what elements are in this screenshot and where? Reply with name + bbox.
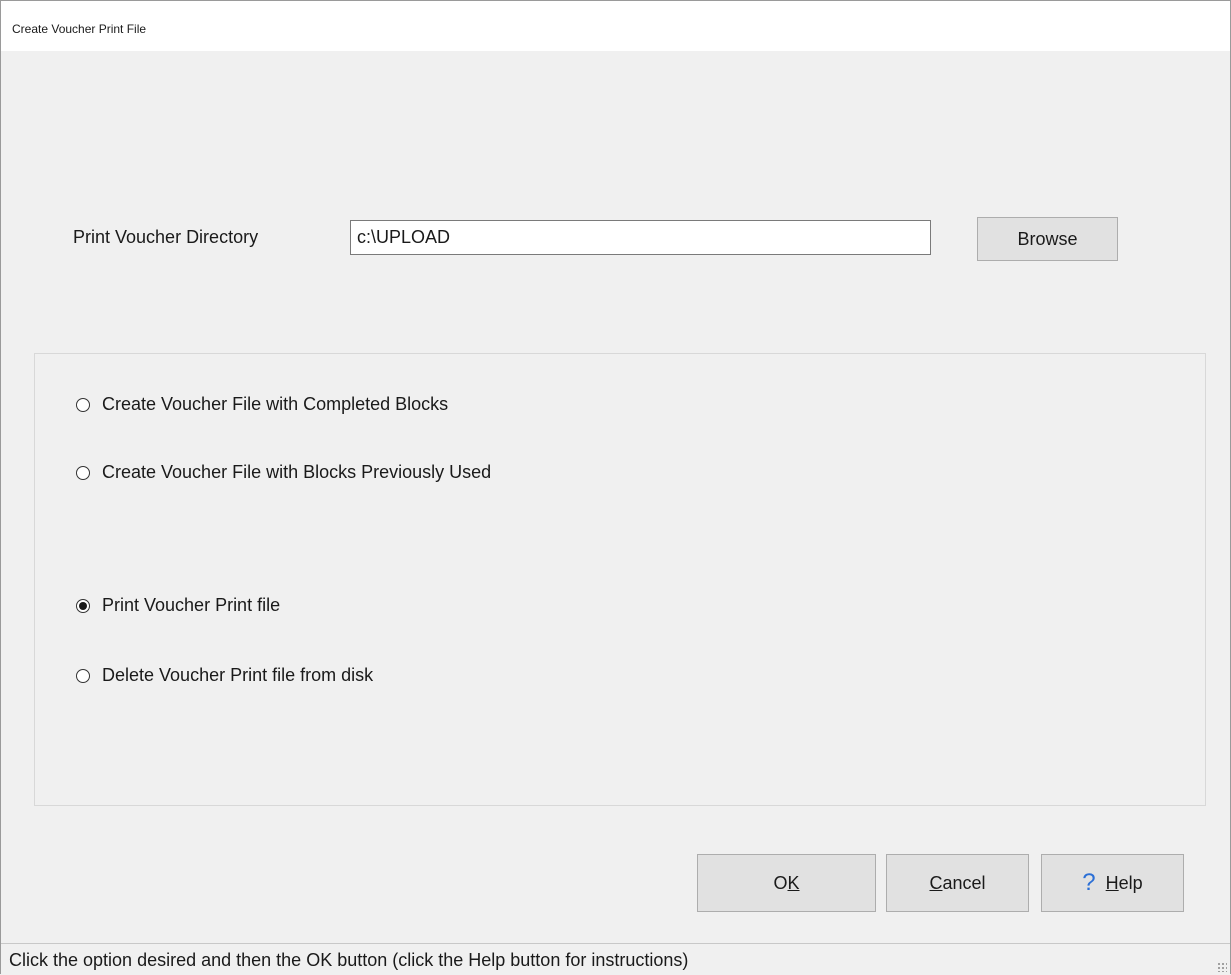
cancel-button[interactable]: Cancel: [886, 854, 1029, 912]
browse-button-label: Browse: [1017, 228, 1078, 249]
option-label: Delete Voucher Print file from disk: [102, 665, 374, 685]
options-panel: [34, 353, 1206, 806]
ok-button[interactable]: OK: [697, 854, 876, 912]
print-voucher-directory-label: Print Voucher Directory: [73, 227, 259, 247]
window-title: Create Voucher Print File: [12, 22, 147, 36]
radio-button[interactable]: [76, 465, 90, 480]
print-voucher-directory-input[interactable]: [350, 220, 931, 255]
option-label: Create Voucher File with Blocks Previous…: [102, 462, 492, 482]
radio-button-selected[interactable]: [76, 598, 90, 613]
radio-button[interactable]: [76, 668, 90, 683]
help-question-icon: ?: [1082, 869, 1096, 896]
help-button[interactable]: ? Help: [1041, 854, 1184, 912]
title-bar: Create Voucher Print File: [1, 1, 1230, 51]
option-print-voucher-print-file[interactable]: Print Voucher Print file: [76, 595, 280, 616]
resize-grip-icon[interactable]: [1217, 962, 1227, 972]
ok-button-label: OK: [773, 872, 800, 893]
dialog-window: Create Voucher Print File Print Voucher …: [0, 0, 1231, 975]
option-blocks-previously-used[interactable]: Create Voucher File with Blocks Previous…: [76, 462, 491, 483]
browse-button[interactable]: Browse: [977, 217, 1118, 261]
option-delete-voucher-print-file[interactable]: Delete Voucher Print file from disk: [76, 665, 373, 686]
status-text: Click the option desired and then the OK…: [9, 950, 689, 970]
help-button-label: Help: [1105, 872, 1143, 893]
status-bar: Click the option desired and then the OK…: [1, 943, 1230, 975]
option-label: Create Voucher File with Completed Block…: [102, 394, 449, 414]
radio-button[interactable]: [76, 397, 90, 412]
option-label: Print Voucher Print file: [102, 595, 281, 615]
cancel-button-label: Cancel: [929, 872, 986, 893]
option-completed-blocks[interactable]: Create Voucher File with Completed Block…: [76, 394, 448, 415]
